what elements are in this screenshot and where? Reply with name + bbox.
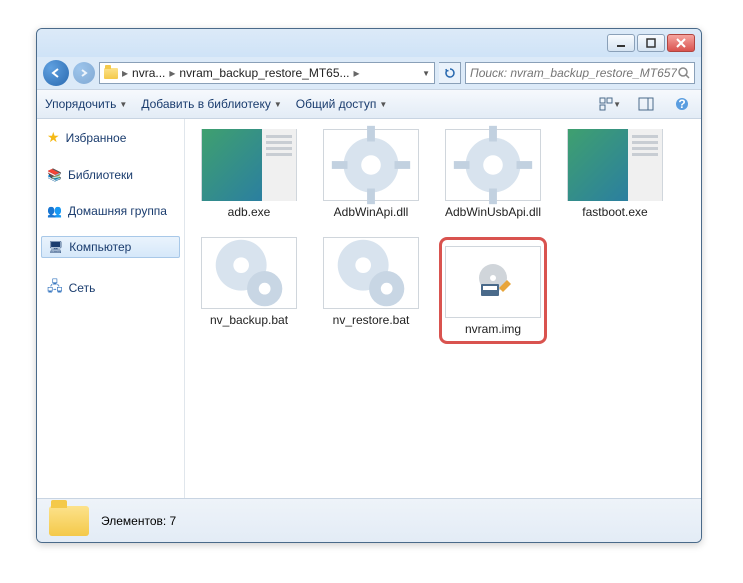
sidebar-item-libraries[interactable]: 📚 Библиотеки <box>37 164 184 186</box>
sidebar-item-favorites[interactable]: ★ Избранное <box>37 125 184 150</box>
sidebar-item-label: Избранное <box>66 131 127 145</box>
add-to-library-menu[interactable]: Добавить в библиотеку▼ <box>141 97 281 111</box>
search-input[interactable] <box>470 66 677 80</box>
file-list: adb.exe AdbWinApi.dll AdbWinUsbApi.dll f… <box>185 119 701 498</box>
breadcrumb-path[interactable]: ▸ nvra... ▸ nvram_backup_restore_MT65...… <box>99 62 435 84</box>
file-item[interactable]: nv_restore.bat <box>317 237 425 343</box>
gear-icon <box>202 226 296 320</box>
chevron-right-icon: ▸ <box>169 66 175 80</box>
toolbar: Упорядочить▼ Добавить в библиотеку▼ Общи… <box>37 89 701 119</box>
file-item-highlighted[interactable]: nvram.img <box>439 237 547 343</box>
file-item[interactable]: AdbWinUsbApi.dll <box>439 129 547 219</box>
search-box[interactable] <box>465 62 695 84</box>
file-item[interactable]: adb.exe <box>195 129 303 219</box>
file-label: fastboot.exe <box>582 205 647 219</box>
sidebar-item-network[interactable]: 🖧 Сеть <box>37 272 184 304</box>
star-icon: ★ <box>47 129 60 146</box>
libraries-icon: 📚 <box>47 168 62 182</box>
view-options-button[interactable]: ▼ <box>599 93 621 115</box>
sidebar-item-computer[interactable]: 🖥 Компьютер <box>41 236 180 258</box>
minimize-button[interactable] <box>607 34 635 52</box>
network-icon: 🖧 <box>47 276 63 300</box>
help-button[interactable]: ? <box>671 93 693 115</box>
sidebar-item-label: Сеть <box>69 281 96 295</box>
chevron-right-icon: ▸ <box>354 66 360 80</box>
chevron-right-icon: ▸ <box>122 66 128 80</box>
address-bar: ▸ nvra... ▸ nvram_backup_restore_MT65...… <box>37 57 701 89</box>
gear-icon <box>324 119 418 212</box>
gear-icon <box>324 226 418 320</box>
file-item[interactable]: nv_backup.bat <box>195 237 303 343</box>
homegroup-icon: 👥 <box>47 204 62 218</box>
folder-icon <box>49 506 89 536</box>
maximize-button[interactable] <box>637 34 665 52</box>
file-item[interactable]: fastboot.exe <box>561 129 669 219</box>
search-icon <box>677 66 690 80</box>
preview-pane-button[interactable] <box>635 93 657 115</box>
addlib-label: Добавить в библиотеку <box>141 97 271 111</box>
sidebar-item-label: Домашняя группа <box>68 204 167 218</box>
share-menu[interactable]: Общий доступ▼ <box>296 97 388 111</box>
sidebar-item-label: Компьютер <box>69 240 131 254</box>
back-button[interactable] <box>43 60 69 86</box>
titlebar <box>37 29 701 57</box>
item-count-label: Элементов: 7 <box>101 514 176 528</box>
organize-menu[interactable]: Упорядочить▼ <box>45 97 127 111</box>
file-item[interactable]: AdbWinApi.dll <box>317 129 425 219</box>
gear-icon <box>446 119 540 212</box>
file-label: nvram.img <box>465 322 521 336</box>
share-label: Общий доступ <box>296 97 377 111</box>
forward-button[interactable] <box>73 62 95 84</box>
breadcrumb-segment[interactable]: nvram_backup_restore_MT65... <box>179 66 349 80</box>
close-button[interactable] <box>667 34 695 52</box>
organize-label: Упорядочить <box>45 97 116 111</box>
chevron-down-icon: ▼ <box>379 100 387 109</box>
file-label: adb.exe <box>228 205 271 219</box>
navigation-pane: ★Избранное 📚Библиотеки 👥Домашняя группа … <box>37 119 185 498</box>
sidebar-item-homegroup[interactable]: 👥 Домашняя группа <box>37 200 184 222</box>
chevron-down-icon: ▼ <box>119 100 127 109</box>
chevron-down-icon: ▼ <box>274 100 282 109</box>
body-area: ★Избранное 📚Библиотеки 👥Домашняя группа … <box>37 119 701 498</box>
chevron-down-icon[interactable]: ▼ <box>422 69 430 78</box>
sidebar-item-label: Библиотеки <box>68 168 133 182</box>
svg-text:?: ? <box>678 97 685 111</box>
disk-image-icon <box>471 260 515 304</box>
status-bar: Элементов: 7 <box>37 498 701 542</box>
refresh-button[interactable] <box>439 62 461 84</box>
folder-icon <box>104 68 118 79</box>
breadcrumb-segment[interactable]: nvra... <box>132 66 165 80</box>
explorer-window: ▸ nvra... ▸ nvram_backup_restore_MT65...… <box>36 28 702 543</box>
computer-icon: 🖥 <box>48 240 63 254</box>
chevron-down-icon: ▼ <box>613 100 621 109</box>
